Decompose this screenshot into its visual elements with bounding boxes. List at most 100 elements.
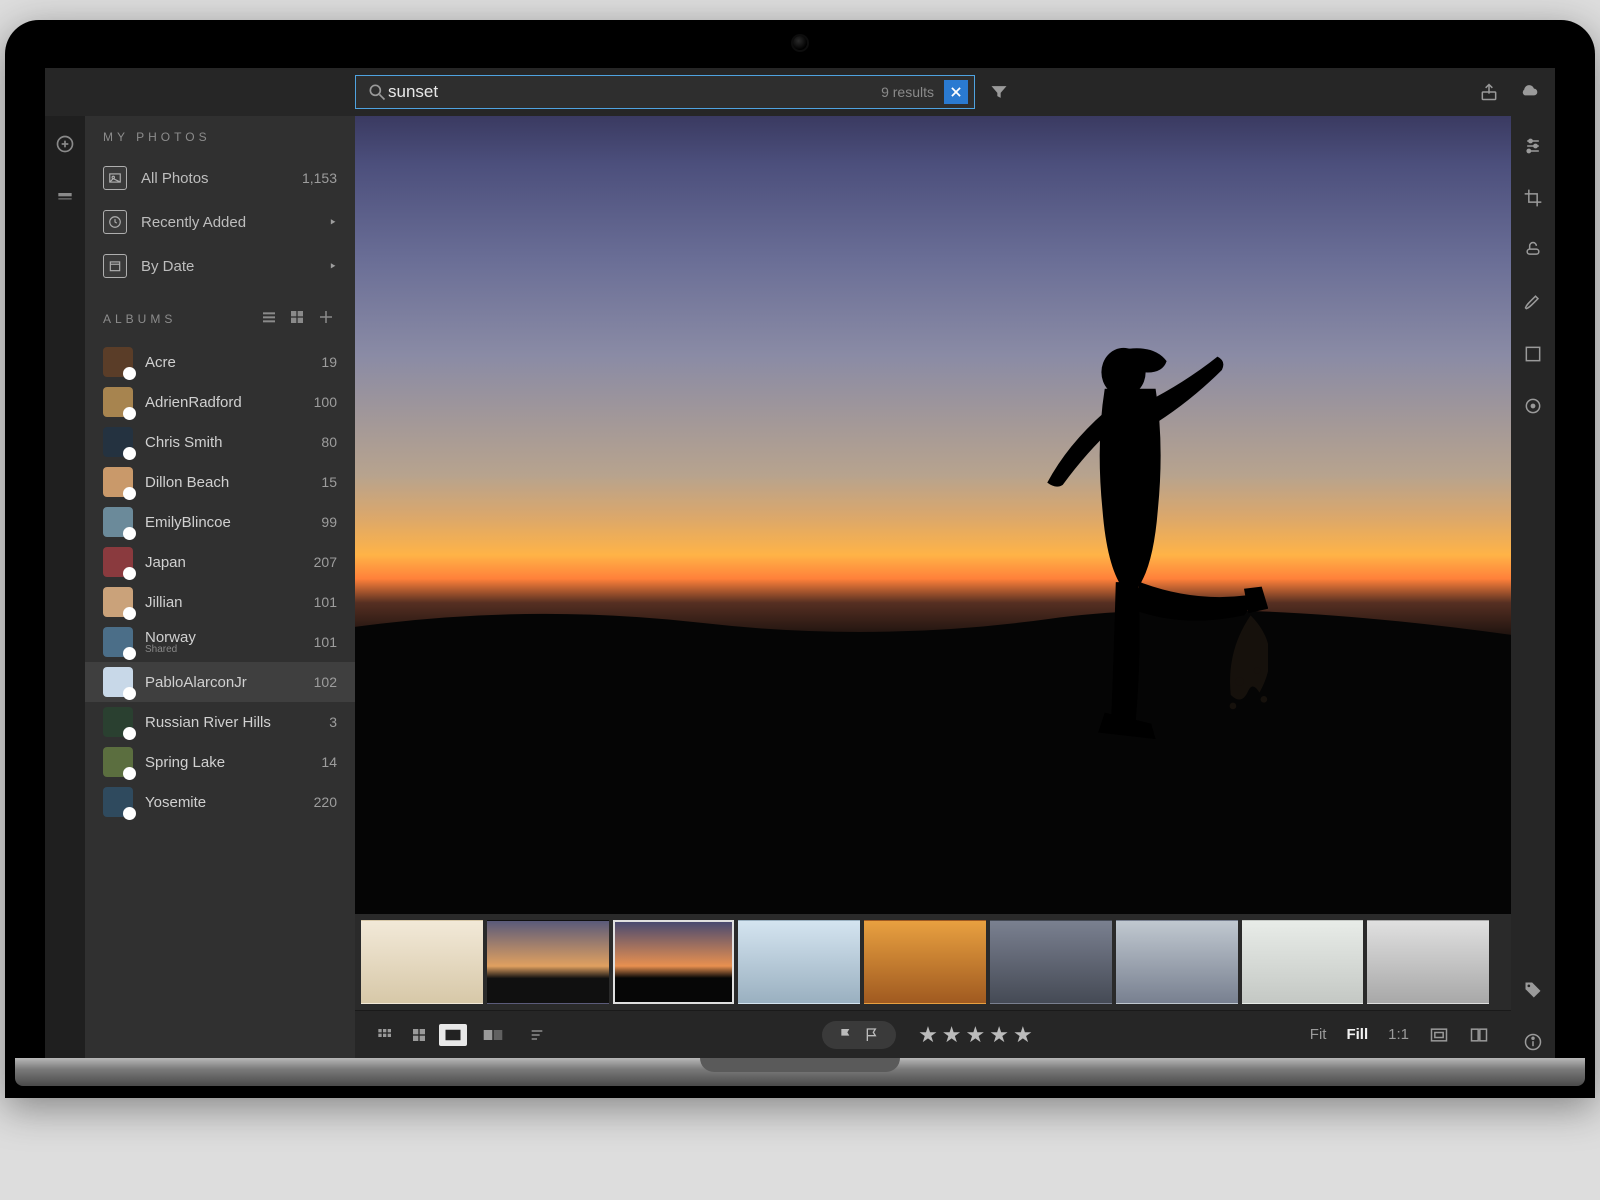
search-result-count: 9 results [871,84,944,100]
album-thumbnail [103,747,133,777]
album-item-adrienradford[interactable]: AdrienRadford 100 [85,382,355,422]
album-name: Russian River Hills [145,714,317,731]
view-single-icon[interactable] [439,1024,467,1046]
album-item-norway[interactable]: NorwayShared101 [85,622,355,662]
album-count: 99 [321,514,337,530]
filmstrip-thumb[interactable] [1116,920,1238,1004]
sync-badge-icon [123,687,136,700]
filmstrip-thumb[interactable] [487,920,609,1004]
album-name: AdrienRadford [145,394,302,411]
info-icon[interactable] [1517,1026,1549,1058]
sync-badge-icon [123,447,136,460]
album-name: Dillon Beach [145,474,309,491]
sync-badge-icon [123,807,136,820]
sync-badge-icon [123,527,136,540]
view-grid-large-icon[interactable] [405,1024,433,1046]
show-original-icon[interactable] [1423,1019,1455,1051]
album-count: 101 [314,634,337,650]
album-count: 80 [321,434,337,450]
view-grid-small-icon[interactable] [371,1024,399,1046]
filmstrip-thumb[interactable] [361,920,483,1004]
brush-icon[interactable] [1517,286,1549,318]
nav-label: All Photos [141,170,209,187]
album-thumbnail [103,507,133,537]
album-count: 220 [314,794,337,810]
sync-badge-icon [123,487,136,500]
album-name: Chris Smith [145,434,309,451]
filmstrip-thumb[interactable] [1242,920,1364,1004]
zoom-1to1-button[interactable]: 1:1 [1382,1026,1415,1043]
album-thumbnail [103,467,133,497]
album-count: 101 [314,594,337,610]
sidebar-nav-by-date[interactable]: By Date‣ [85,244,355,288]
search-input[interactable] [388,82,871,102]
filmstrip-thumb[interactable] [1367,920,1489,1004]
main-photo[interactable] [355,116,1511,914]
crop-icon[interactable] [1517,182,1549,214]
album-thumbnail [103,627,133,657]
share-icon[interactable] [1473,76,1505,108]
album-name: PabloAlarconJr [145,674,302,691]
search-box[interactable]: 9 results [355,75,975,109]
filmstrip-thumb[interactable] [613,920,735,1004]
clear-search-button[interactable] [944,80,968,104]
filmstrip-thumb[interactable] [738,920,860,1004]
album-item-japan[interactable]: Japan207 [85,542,355,582]
laptop-camera [793,36,807,50]
sidebar: MY PHOTOS All Photos1,153Recently Added‣… [85,116,355,1058]
search-icon [366,76,388,108]
edit-sliders-icon[interactable] [1517,130,1549,162]
album-item-emilyblincoe[interactable]: EmilyBlincoe 99 [85,502,355,542]
bottom-bar: ★★★★★ Fit Fill 1:1 [355,1010,1511,1058]
album-name: Jillian [145,594,302,611]
album-item-acre[interactable]: Acre19 [85,342,355,382]
zoom-fill-button[interactable]: Fill [1340,1026,1374,1043]
album-subtitle: Shared [145,644,302,655]
album-item-pabloalarconjr[interactable]: PabloAlarconJr 102 [85,662,355,702]
view-compare-icon[interactable] [479,1024,507,1046]
sync-badge-icon [123,647,136,660]
album-thumbnail [103,387,133,417]
cloud-sync-icon[interactable] [1513,76,1545,108]
before-after-icon[interactable] [1463,1019,1495,1051]
clock-icon [103,210,127,234]
linear-gradient-icon[interactable] [1517,338,1549,370]
filter-icon[interactable] [983,76,1015,108]
flag-reject-icon[interactable] [864,1026,880,1044]
album-item-dillon-beach[interactable]: Dillon Beach15 [85,462,355,502]
album-thumbnail [103,667,133,697]
album-count: 3 [329,714,337,730]
keywords-tag-icon[interactable] [1517,974,1549,1006]
sidebar-nav-all-photos[interactable]: All Photos1,153 [85,156,355,200]
add-album-icon[interactable] [315,306,337,332]
sync-badge-icon [123,367,136,380]
my-photos-heading: MY PHOTOS [85,130,355,156]
radial-gradient-icon[interactable] [1517,390,1549,422]
album-item-spring-lake[interactable]: Spring Lake14 [85,742,355,782]
healing-brush-icon[interactable] [1517,234,1549,266]
album-count: 102 [314,674,337,690]
album-count: 100 [314,394,337,410]
album-view-list-icon[interactable] [259,307,279,331]
add-photo-icon[interactable] [49,128,81,160]
filmstrip-thumb[interactable] [864,920,986,1004]
album-thumbnail [103,587,133,617]
flag-controls[interactable] [822,1021,896,1049]
zoom-fit-button[interactable]: Fit [1304,1026,1333,1043]
image-viewer: ★★★★★ Fit Fill 1:1 [355,116,1511,1058]
rating-stars[interactable]: ★★★★★ [918,1022,1033,1048]
sort-icon[interactable] [523,1024,551,1046]
album-name: Spring Lake [145,754,309,771]
album-thumbnail [103,707,133,737]
album-item-jillian[interactable]: Jillian 101 [85,582,355,622]
sync-badge-icon [123,607,136,620]
album-view-grid-icon[interactable] [287,307,307,331]
sidebar-nav-recently-added[interactable]: Recently Added‣ [85,200,355,244]
library-icon[interactable] [49,182,81,214]
album-item-chris-smith[interactable]: Chris Smith 80 [85,422,355,462]
filmstrip-thumb[interactable] [990,920,1112,1004]
album-item-yosemite[interactable]: Yosemite220 [85,782,355,822]
album-name: EmilyBlincoe [145,514,309,531]
flag-pick-icon[interactable] [838,1026,854,1044]
album-item-russian-river-hills[interactable]: Russian River Hills 3 [85,702,355,742]
